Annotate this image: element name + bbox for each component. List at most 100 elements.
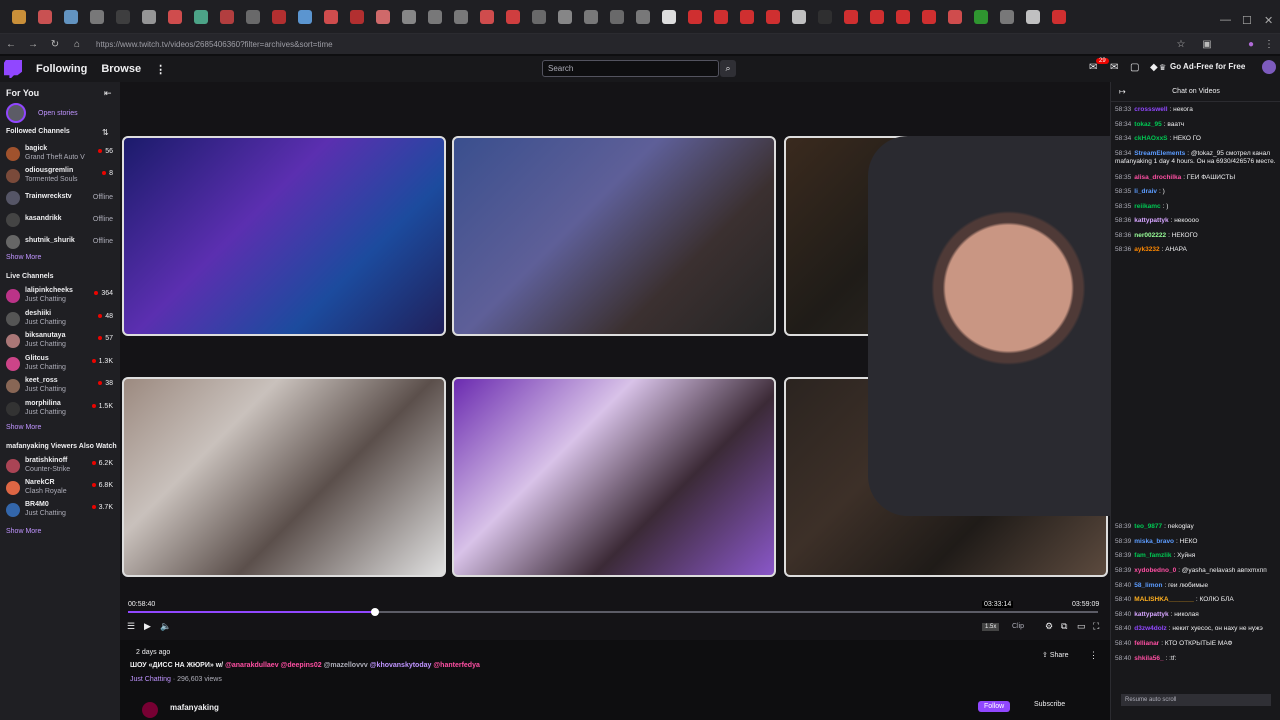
user-avatar[interactable] (1262, 60, 1276, 74)
mention-link[interactable]: @khovanskytoday (370, 662, 432, 669)
browser-tab[interactable] (974, 9, 988, 24)
reload-icon[interactable]: ↻ (44, 39, 66, 50)
more-options-icon[interactable]: ⋮ (1089, 650, 1098, 661)
search-input[interactable]: Search (542, 60, 719, 77)
browser-tab[interactable] (948, 9, 962, 24)
followed-show-more[interactable]: Show More (6, 254, 41, 261)
twitch-logo-icon[interactable] (4, 60, 22, 78)
channel-name[interactable]: mafanyaking (170, 703, 219, 712)
sidebar-channel-item[interactable]: keet_ross Just Chatting 38 (6, 376, 116, 396)
popout-icon[interactable]: ⧉ (1061, 621, 1067, 632)
browser-tab[interactable] (740, 9, 754, 24)
browser-tab[interactable] (220, 9, 234, 24)
sidebar-channel-item[interactable]: morphilina Just Chatting 1.5K (6, 399, 116, 419)
chat-username[interactable]: shkila56_ (1134, 655, 1163, 662)
mention-link[interactable]: @anarakdullaev (225, 662, 279, 669)
settings-gear-icon[interactable]: ⚙ (1045, 621, 1053, 632)
browser-tab[interactable] (116, 9, 130, 24)
browser-tab[interactable] (246, 9, 260, 24)
more-menu-icon[interactable]: ⋮ (155, 63, 166, 76)
sidebar-channel-item[interactable]: bratishkinoff Counter-Strike 6.2K (6, 456, 116, 476)
prime-icon[interactable]: ▢ (1130, 62, 1139, 73)
bookmark-star-icon[interactable]: ☆ (1170, 39, 1192, 50)
browser-tab[interactable] (532, 9, 546, 24)
browser-tab[interactable] (584, 9, 598, 24)
chat-username[interactable]: ner002222 (1134, 232, 1166, 239)
category-link[interactable]: Just Chatting (130, 676, 171, 683)
maximize-icon[interactable]: ☐ (1242, 14, 1252, 27)
browser-tab[interactable] (428, 9, 442, 24)
browser-tab[interactable] (1052, 9, 1066, 24)
chat-username[interactable]: 58_limon (1134, 582, 1162, 589)
browser-tab[interactable] (714, 9, 728, 24)
chat-username[interactable]: teo_9877 (1134, 523, 1162, 530)
browser-tab[interactable] (844, 9, 858, 24)
sidebar-channel-item[interactable]: lalipinkcheeks Just Chatting 364 (6, 286, 116, 306)
browser-tab[interactable] (480, 9, 494, 24)
fullscreen-icon[interactable]: ⛶ (1093, 621, 1099, 632)
browser-tab[interactable] (662, 9, 676, 24)
sidebar-channel-item[interactable]: NarekCR Clash Royale 6.8K (6, 478, 116, 498)
sidebar-channel-item[interactable]: Trainwreckstv Offline (6, 188, 116, 208)
browser-tab[interactable] (376, 9, 390, 24)
browser-tab[interactable] (922, 9, 936, 24)
stories-avatar[interactable] (6, 103, 26, 123)
chat-username[interactable]: miska_bravo (1134, 538, 1174, 545)
extensions-icon[interactable]: ▣ (1196, 39, 1218, 50)
browse-link[interactable]: Browse (101, 63, 141, 75)
address-field[interactable]: https://www.twitch.tv/videos/2685406360?… (96, 40, 333, 49)
browser-tab[interactable] (870, 9, 884, 24)
chat-username[interactable]: reiikamc (1134, 203, 1160, 210)
open-stories-link[interactable]: Open stories (38, 110, 78, 117)
chat-username[interactable]: xydobedno_0 (1134, 567, 1176, 574)
search-icon[interactable]: ⌕ (720, 60, 736, 77)
sidebar-channel-item[interactable]: bagick Grand Theft Auto V 56 (6, 144, 116, 164)
browser-tab[interactable] (168, 9, 182, 24)
playback-speed-badge[interactable]: 1.5x (982, 623, 1000, 631)
sidebar-channel-item[interactable]: odiousgremlin Tormented Souls 8 (6, 166, 116, 186)
channel-avatar[interactable] (142, 702, 158, 718)
chat-username[interactable]: ayk3232 (1134, 246, 1159, 253)
follow-button[interactable]: Follow (978, 701, 1011, 712)
chat-username[interactable]: tokaz_95 (1134, 121, 1161, 128)
home-icon[interactable]: ⌂ (66, 39, 88, 50)
seek-bar-handle[interactable] (371, 608, 379, 616)
menu-icon[interactable]: ⋮ (1258, 39, 1280, 50)
browser-tab[interactable] (558, 9, 572, 24)
mention-link[interactable]: @hanterfedya (433, 662, 480, 669)
close-window-icon[interactable]: ✕ (1264, 14, 1273, 27)
subscribe-button[interactable]: Subscribe (1034, 701, 1065, 708)
theatre-mode-icon[interactable]: ▭ (1077, 621, 1086, 632)
browser-tab[interactable] (90, 9, 104, 24)
browser-tab[interactable] (38, 9, 52, 24)
sidebar-channel-item[interactable]: BR4M0 Just Chatting 3.7K (6, 500, 116, 520)
seek-bar[interactable] (128, 608, 1098, 616)
ad-free-button[interactable]: Go Ad-Free for Free (1170, 62, 1245, 71)
browser-tab[interactable] (896, 9, 910, 24)
browser-tab[interactable] (688, 9, 702, 24)
collapse-chat-icon[interactable]: ↦ (1119, 82, 1126, 102)
chat-username[interactable]: fam_famzlik (1134, 552, 1171, 559)
browser-tab[interactable] (766, 9, 780, 24)
chat-username[interactable]: crossswell (1134, 106, 1167, 113)
browser-tab[interactable] (350, 9, 364, 24)
inbox-icon[interactable]: ✉ (1089, 62, 1097, 73)
chapters-icon[interactable]: ☰ (127, 621, 135, 632)
browser-tab[interactable] (298, 9, 312, 24)
chat-username[interactable]: d3zw4dolz (1134, 625, 1167, 632)
mention-link[interactable]: @deepins02 (281, 662, 322, 669)
browser-tab[interactable] (402, 9, 416, 24)
back-icon[interactable]: ← (0, 39, 22, 50)
browser-tab[interactable] (324, 9, 338, 24)
chat-username[interactable]: kattypattyk (1134, 217, 1168, 224)
forward-icon[interactable]: → (22, 39, 44, 50)
bits-icon[interactable]: ◆ (1150, 62, 1158, 73)
clip-button[interactable]: Clip (1012, 623, 1024, 630)
browser-tab[interactable] (194, 9, 208, 24)
chat-username[interactable]: ckHAOxxS (1134, 135, 1167, 142)
share-button[interactable]: ⇪ Share (1042, 651, 1069, 659)
resume-auto-scroll-button[interactable]: Resume auto scroll (1121, 694, 1271, 706)
also-show-more[interactable]: Show More (6, 528, 41, 535)
browser-tab[interactable] (1026, 9, 1040, 24)
chat-username[interactable]: StreamElements (1134, 150, 1185, 157)
